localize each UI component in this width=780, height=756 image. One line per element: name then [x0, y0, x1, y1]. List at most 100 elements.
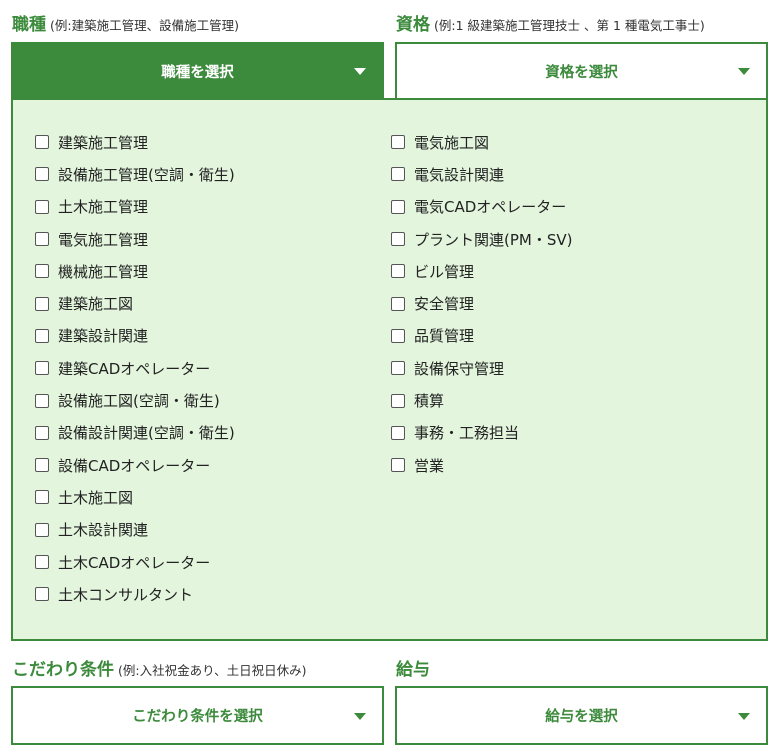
checkbox[interactable]	[391, 135, 405, 150]
checkbox[interactable]	[391, 458, 405, 473]
job-type-option[interactable]: ビル管理	[391, 255, 572, 287]
checkbox[interactable]	[391, 328, 405, 343]
option-label: 設備設計関連(空調・衛生)	[58, 424, 235, 443]
checkbox[interactable]	[391, 361, 405, 376]
option-label: 建築施工図	[58, 295, 134, 314]
job-type-option[interactable]: 電気施工図	[391, 126, 572, 158]
preference-example: (例:入社祝金あり、土日祝日休み)	[118, 663, 307, 678]
option-label: 設備施工管理(空調・衛生)	[58, 165, 235, 184]
job-type-option[interactable]: 建築設計関連	[35, 320, 235, 352]
job-type-options-right: 電気施工図電気設計関連電気CADオペレーター プラント関連(PM・SV) ビル管理安…	[391, 126, 572, 481]
job-type-option[interactable]: 設備施工図(空調・衛生)	[35, 384, 235, 416]
job-type-title: 職種	[12, 15, 46, 35]
checkbox[interactable]	[35, 296, 49, 311]
job-type-option[interactable]: 建築CADオペレーター	[35, 352, 235, 384]
job-type-options-left: 建築施工管理設備施工管理(空調・衛生) 土木施工管理 電気施工管理 機械施工管理 建築施…	[35, 126, 235, 610]
checkbox[interactable]	[35, 199, 49, 214]
checkbox[interactable]	[391, 167, 405, 182]
option-label: 土木施工図	[58, 488, 134, 507]
job-type-option[interactable]: 土木コンサルタント	[35, 578, 235, 610]
chevron-down-icon	[738, 68, 750, 75]
checkbox[interactable]	[35, 135, 49, 150]
checkbox[interactable]	[35, 587, 49, 602]
qualification-example: (例:1 級建築施工管理技士 、第 1 種電気工事士)	[434, 18, 705, 33]
job-type-options-panel: 建築施工管理設備施工管理(空調・衛生) 土木施工管理 電気施工管理 機械施工管理 建築施…	[11, 98, 768, 641]
checkbox[interactable]	[391, 264, 405, 279]
job-type-heading: 職種 (例:建築施工管理、設備施工管理)	[12, 10, 239, 35]
job-type-option[interactable]: 営業	[391, 449, 572, 481]
job-type-option[interactable]: 土木施工管理	[35, 191, 235, 223]
qualification-select-label: 資格を選択	[545, 64, 618, 81]
checkbox[interactable]	[35, 555, 49, 569]
checkbox[interactable]	[35, 458, 49, 473]
option-label: 電気CADオペレーター	[414, 198, 567, 217]
job-type-option[interactable]: 電気CADオペレーター	[391, 191, 572, 223]
option-label: 事務・工務担当	[414, 424, 520, 443]
job-type-option[interactable]: 設備設計関連(空調・衛生)	[35, 417, 235, 449]
option-label: 電気施工図	[414, 133, 490, 152]
option-label: ビル管理	[414, 262, 475, 281]
chevron-down-icon	[354, 712, 366, 720]
salary-heading: 給与	[396, 655, 430, 680]
preference-select[interactable]: こだわり条件を選択	[11, 686, 384, 745]
checkbox[interactable]	[391, 393, 405, 408]
job-type-option[interactable]: 電気設計関連	[391, 158, 572, 190]
checkbox[interactable]	[35, 490, 49, 505]
preference-heading: こだわり条件 (例:入社祝金あり、土日祝日休み)	[12, 655, 306, 680]
option-label: 安全管理	[414, 295, 475, 314]
job-type-option[interactable]: 事務・工務担当	[391, 417, 572, 449]
checkbox[interactable]	[35, 264, 49, 279]
job-type-option[interactable]: 電気施工管理	[35, 223, 235, 255]
job-type-option[interactable]: 建築施工図	[35, 287, 235, 319]
option-label: 品質管理	[414, 327, 475, 346]
preference-title: こだわり条件	[12, 660, 114, 680]
option-label: 機械施工管理	[58, 262, 149, 281]
job-type-option[interactable]: 機械施工管理	[35, 255, 235, 287]
checkbox[interactable]	[35, 522, 49, 537]
option-label: 設備CADオペレーター	[58, 456, 211, 475]
salary-title: 給与	[396, 660, 430, 680]
chevron-down-icon	[354, 68, 366, 75]
job-type-option[interactable]: 土木施工図	[35, 481, 235, 513]
job-type-option[interactable]: 土木設計関連	[35, 514, 235, 546]
option-label: 電気施工管理	[58, 230, 149, 249]
checkbox[interactable]	[391, 425, 405, 440]
checkbox[interactable]	[35, 232, 49, 247]
option-label: 建築CADオペレーター	[58, 359, 211, 378]
option-label: 土木設計関連	[58, 521, 149, 540]
option-label: 電気設計関連	[414, 165, 505, 184]
option-label: プラント関連(PM・SV)	[414, 230, 573, 249]
preference-select-label: こだわり条件を選択	[132, 709, 263, 725]
job-type-option[interactable]: 土木CADオペレーター	[35, 546, 235, 578]
qualification-heading: 資格 (例:1 級建築施工管理技士 、第 1 種電気工事士)	[396, 10, 705, 35]
option-label: 設備保守管理	[414, 359, 505, 378]
job-type-option[interactable]: 設備CADオペレーター	[35, 449, 235, 481]
option-label: 建築設計関連	[58, 327, 149, 346]
checkbox[interactable]	[35, 328, 49, 343]
job-type-option[interactable]: 設備保守管理	[391, 352, 572, 384]
chevron-down-icon	[738, 712, 750, 720]
salary-select[interactable]: 給与を選択	[395, 686, 768, 745]
option-label: 営業	[414, 456, 445, 475]
job-type-option[interactable]: プラント関連(PM・SV)	[391, 223, 572, 255]
job-type-option[interactable]: 設備施工管理(空調・衛生)	[35, 158, 235, 190]
job-type-option[interactable]: 建築施工管理	[35, 126, 235, 158]
qualification-select[interactable]: 資格を選択	[395, 42, 768, 100]
checkbox[interactable]	[35, 393, 49, 408]
checkbox[interactable]	[391, 232, 405, 247]
job-type-select-label: 職種を選択	[161, 64, 234, 81]
option-label: 建築施工管理	[58, 133, 149, 152]
checkbox[interactable]	[35, 425, 49, 440]
option-label: 設備施工図(空調・衛生)	[58, 392, 220, 411]
job-type-option[interactable]: 安全管理	[391, 287, 572, 319]
checkbox[interactable]	[391, 296, 405, 311]
job-type-select[interactable]: 職種を選択	[11, 42, 384, 100]
job-type-option[interactable]: 積算	[391, 384, 572, 416]
job-type-option[interactable]: 品質管理	[391, 320, 572, 352]
checkbox[interactable]	[35, 167, 49, 182]
checkbox[interactable]	[35, 361, 49, 376]
qualification-title: 資格	[396, 15, 430, 35]
option-label: 積算	[414, 392, 445, 411]
option-label: 土木施工管理	[58, 198, 149, 217]
checkbox[interactable]	[391, 199, 405, 214]
